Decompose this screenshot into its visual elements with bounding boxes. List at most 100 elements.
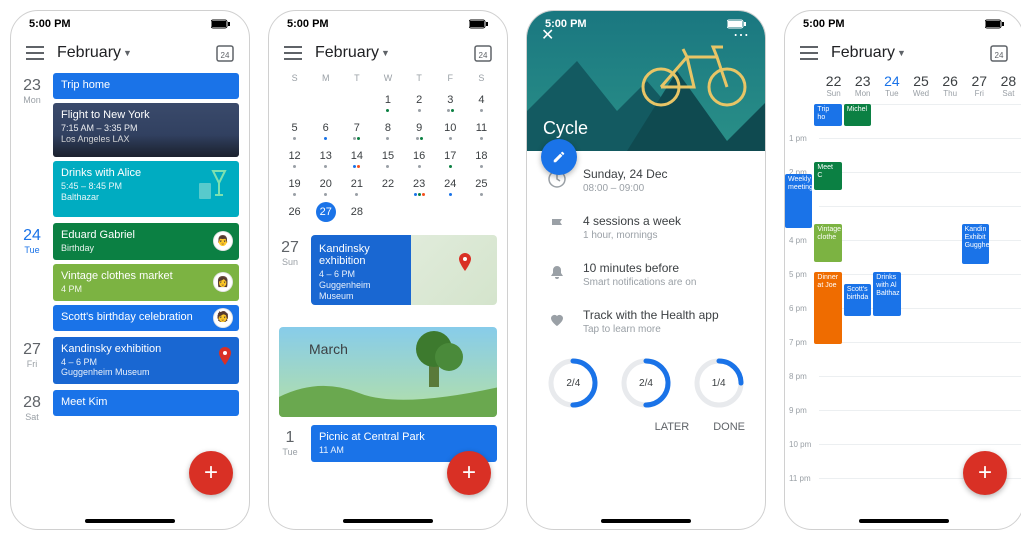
month-picker[interactable]: February▼ [315,44,461,62]
menu-icon[interactable] [283,43,303,63]
calendar-day[interactable] [310,87,341,115]
create-event-fab[interactable]: + [189,451,233,495]
calendar-day[interactable]: 12 [279,143,310,171]
avatar-icon: 🧑 [213,308,233,328]
calendar-day[interactable]: 19 [279,171,310,199]
event-card[interactable]: Drinks with Alice5:45 – 8:45 PMBalthazar [53,161,239,217]
day-header: 1 Tue [269,425,311,468]
calendar-day[interactable]: 15 [372,143,403,171]
menu-icon[interactable] [25,43,45,63]
calendar-day[interactable]: 11 [466,115,497,143]
event-card[interactable]: Meet Kim [53,390,239,416]
calendar-day[interactable]: 10 [435,115,466,143]
status-bar: 5:00 PM [785,11,1021,37]
svg-text:24: 24 [479,51,488,60]
detail-row[interactable]: Sunday, 24 Dec08:00 – 09:00 [583,167,749,194]
month-picker[interactable]: February▼ [57,44,203,62]
week-day-header[interactable]: 23Mon [848,73,877,98]
edit-fab[interactable] [541,139,577,175]
week-event[interactable]: Drinks with Al Balthaz [873,272,900,316]
calendar-day[interactable]: 2 [404,87,435,115]
calendar-day[interactable] [466,199,497,225]
calendar-day[interactable]: 4 [466,87,497,115]
calendar-day[interactable]: 6 [310,115,341,143]
calendar-day[interactable]: 27 [310,199,341,225]
calendar-day[interactable] [435,199,466,225]
status-time: 5:00 PM [287,18,329,30]
heart-icon [547,310,567,335]
calendar-day[interactable]: 24 [435,171,466,199]
progress-ring: 2/4 [545,355,601,411]
event-card[interactable]: Vintage clothes market4 PM👩 [53,264,239,301]
event-card[interactable]: Flight to New York7:15 AM – 3:35 PMLos A… [53,103,239,157]
today-icon[interactable]: 24 [215,43,235,63]
calendar-day[interactable]: 8 [372,115,403,143]
calendar-day[interactable]: 21 [341,171,372,199]
month-grid[interactable]: 1234567891011121314151617181920212223242… [269,83,507,233]
calendar-day[interactable]: 3 [435,87,466,115]
event-kandinsky-map[interactable]: Kandinsky exhibition 4 – 6 PM Guggenheim… [311,235,497,305]
calendar-day[interactable]: 7 [341,115,372,143]
event-card[interactable]: Kandinsky exhibition4 – 6 PMGuggenheim M… [53,337,239,385]
week-day-header[interactable]: 27Fri [965,73,994,98]
week-day-header[interactable]: 25Wed [906,73,935,98]
calendar-day[interactable]: 18 [466,143,497,171]
calendar-day[interactable]: 23 [404,171,435,199]
calendar-day[interactable] [372,199,403,225]
event-card[interactable]: Trip home [53,73,239,99]
event-card[interactable]: Eduard GabrielBirthday👨 [53,223,239,260]
calendar-day[interactable]: 16 [404,143,435,171]
home-indicator [601,519,691,523]
calendar-day[interactable]: 5 [279,115,310,143]
calendar-day[interactable] [341,87,372,115]
week-event[interactable]: Dinner at Joe [814,272,841,344]
event-card[interactable]: Scott's birthday celebration🧑 [53,305,239,331]
done-button[interactable]: DONE [713,421,745,433]
create-event-fab[interactable]: + [447,451,491,495]
detail-row[interactable]: 10 minutes beforeSmart notifications are… [583,261,749,288]
day-header: 27 Sun [269,235,311,311]
calendar-day[interactable]: 28 [341,199,372,225]
calendar-day[interactable]: 14 [341,143,372,171]
battery-icon [211,19,231,29]
svg-text:24: 24 [221,51,230,60]
today-icon[interactable]: 24 [473,43,493,63]
home-indicator [859,519,949,523]
detail-row[interactable]: 4 sessions a week1 hour, mornings [583,214,749,241]
screenshot-3-event-detail: 5:00 PM ✕ ⋯ Cycle Sunday, 24 Dec08:00 – … [526,10,766,530]
calendar-day[interactable] [279,87,310,115]
today-icon[interactable]: 24 [989,43,1009,63]
calendar-day[interactable]: 20 [310,171,341,199]
week-days-header: 22Sun23Mon24Tue25Wed26Thu27Fri28Sat [785,73,1021,98]
month-picker[interactable]: February▼ [831,44,977,62]
calendar-day[interactable]: 17 [435,143,466,171]
week-event[interactable]: Scott's birthda [844,284,871,316]
week-event[interactable]: Meet C [814,162,841,190]
calendar-day[interactable]: 22 [372,171,403,199]
week-day-header[interactable]: 26Thu [936,73,965,98]
progress-rings: 2/42/41/4 [527,355,765,417]
calendar-day[interactable]: 9 [404,115,435,143]
calendar-day[interactable]: 13 [310,143,341,171]
menu-icon[interactable] [799,43,819,63]
calendar-day[interactable]: 25 [466,171,497,199]
create-event-fab[interactable]: + [963,451,1007,495]
week-event[interactable]: Weekly meeting [785,174,812,228]
week-event[interactable]: Michel [844,104,871,126]
status-time: 5:00 PM [545,18,587,30]
week-day-header[interactable]: 28Sat [994,73,1021,98]
week-event[interactable]: Kandin Exhibit Gugghe [962,224,989,264]
calendar-day[interactable]: 26 [279,199,310,225]
detail-row[interactable]: Track with the Health appTap to learn mo… [583,308,749,335]
later-button[interactable]: LATER [655,421,690,433]
status-bar: 5:00 PM [527,11,765,37]
week-event[interactable]: Vintage clothe [814,224,841,262]
week-day-header[interactable]: 22Sun [819,73,848,98]
app-header: February▼ 24 [785,37,1021,73]
calendar-day[interactable] [404,199,435,225]
week-day-header[interactable]: 24Tue [877,73,906,98]
calendar-day[interactable]: 1 [372,87,403,115]
week-event[interactable]: Trip ho [814,104,841,126]
day-header: 23Mon [11,73,53,223]
event-title: Cycle [543,118,588,139]
